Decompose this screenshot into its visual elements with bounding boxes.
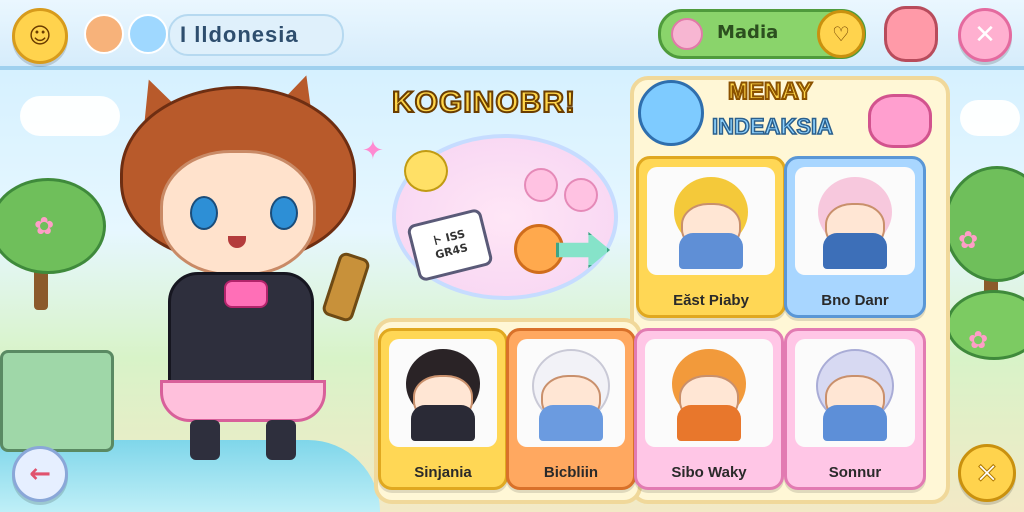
character-leg (190, 420, 220, 460)
back-arrow-icon: ← (29, 459, 51, 489)
pink-mascot-icon (868, 94, 932, 148)
character-card[interactable]: Sonnur (784, 328, 926, 490)
character-eye (190, 196, 218, 230)
character-card[interactable]: Sinjania (378, 328, 508, 490)
avatar-orange[interactable] (84, 14, 124, 54)
stall (0, 350, 114, 452)
character-card[interactable]: Bicbliin (506, 328, 636, 490)
media-button[interactable]: Madia ♡ (658, 9, 866, 59)
character-card[interactable]: Sibo Waky (634, 328, 784, 490)
speech-text: ト ISS GR4S (429, 227, 470, 262)
tree (944, 166, 1024, 282)
blue-mascot-icon (638, 80, 704, 146)
card-label: Bicbliin (543, 464, 599, 481)
card-label: Sinjania (414, 464, 472, 481)
close-icon: ✕ (975, 456, 999, 490)
title-pill: I lldonesia (168, 14, 344, 56)
panel-subtitle: INDEAKSIA (711, 113, 834, 140)
card-outfit (539, 405, 603, 441)
card-outfit (823, 233, 887, 269)
card-outfit (679, 233, 743, 269)
close-top-button[interactable]: ✕ (958, 8, 1012, 62)
character-bow (224, 280, 268, 308)
heart-icon (524, 168, 558, 202)
chick-icon (404, 150, 448, 192)
microphone-icon (320, 250, 372, 324)
character-card[interactable]: Bno Danr (784, 156, 926, 318)
flower-icon: ✿ (34, 212, 55, 240)
card-label: Sibo Waky (671, 464, 747, 481)
panel-title: MENAY (727, 77, 813, 106)
back-button[interactable]: ← (12, 446, 68, 502)
cloud (960, 100, 1020, 136)
character-skirt (160, 380, 326, 422)
character-card[interactable]: Eăst Piaby (636, 156, 786, 318)
media-label: Madia (717, 22, 779, 43)
character-eye (270, 196, 298, 230)
headline: KOGINOBR! (391, 85, 576, 120)
bear-mascot-icon[interactable] (884, 6, 938, 62)
character-leg (266, 420, 296, 460)
close-icon: ✕ (974, 20, 996, 50)
menu-face-icon: ☺ (28, 23, 52, 49)
close-button[interactable]: ✕ (958, 444, 1016, 502)
card-label: Bno Danr (821, 292, 889, 309)
card-label: Eăst Piaby (673, 292, 749, 309)
heart-icon[interactable]: ♡ (817, 10, 865, 58)
card-outfit (411, 405, 475, 441)
flower-icon: ✿ (958, 226, 979, 254)
card-outfit (823, 405, 887, 441)
pink-bear-icon (671, 18, 703, 50)
avatar-blue[interactable] (128, 14, 168, 54)
page-title: I lldonesia (180, 22, 299, 47)
card-label: Sonnur (828, 464, 882, 481)
card-outfit (677, 405, 741, 441)
cloud (20, 96, 120, 136)
sparkle-icon: ✦ (362, 136, 384, 166)
heart-icon (564, 178, 598, 212)
menu-button[interactable]: ☺ (12, 8, 68, 64)
flower-icon: ✿ (968, 326, 989, 354)
